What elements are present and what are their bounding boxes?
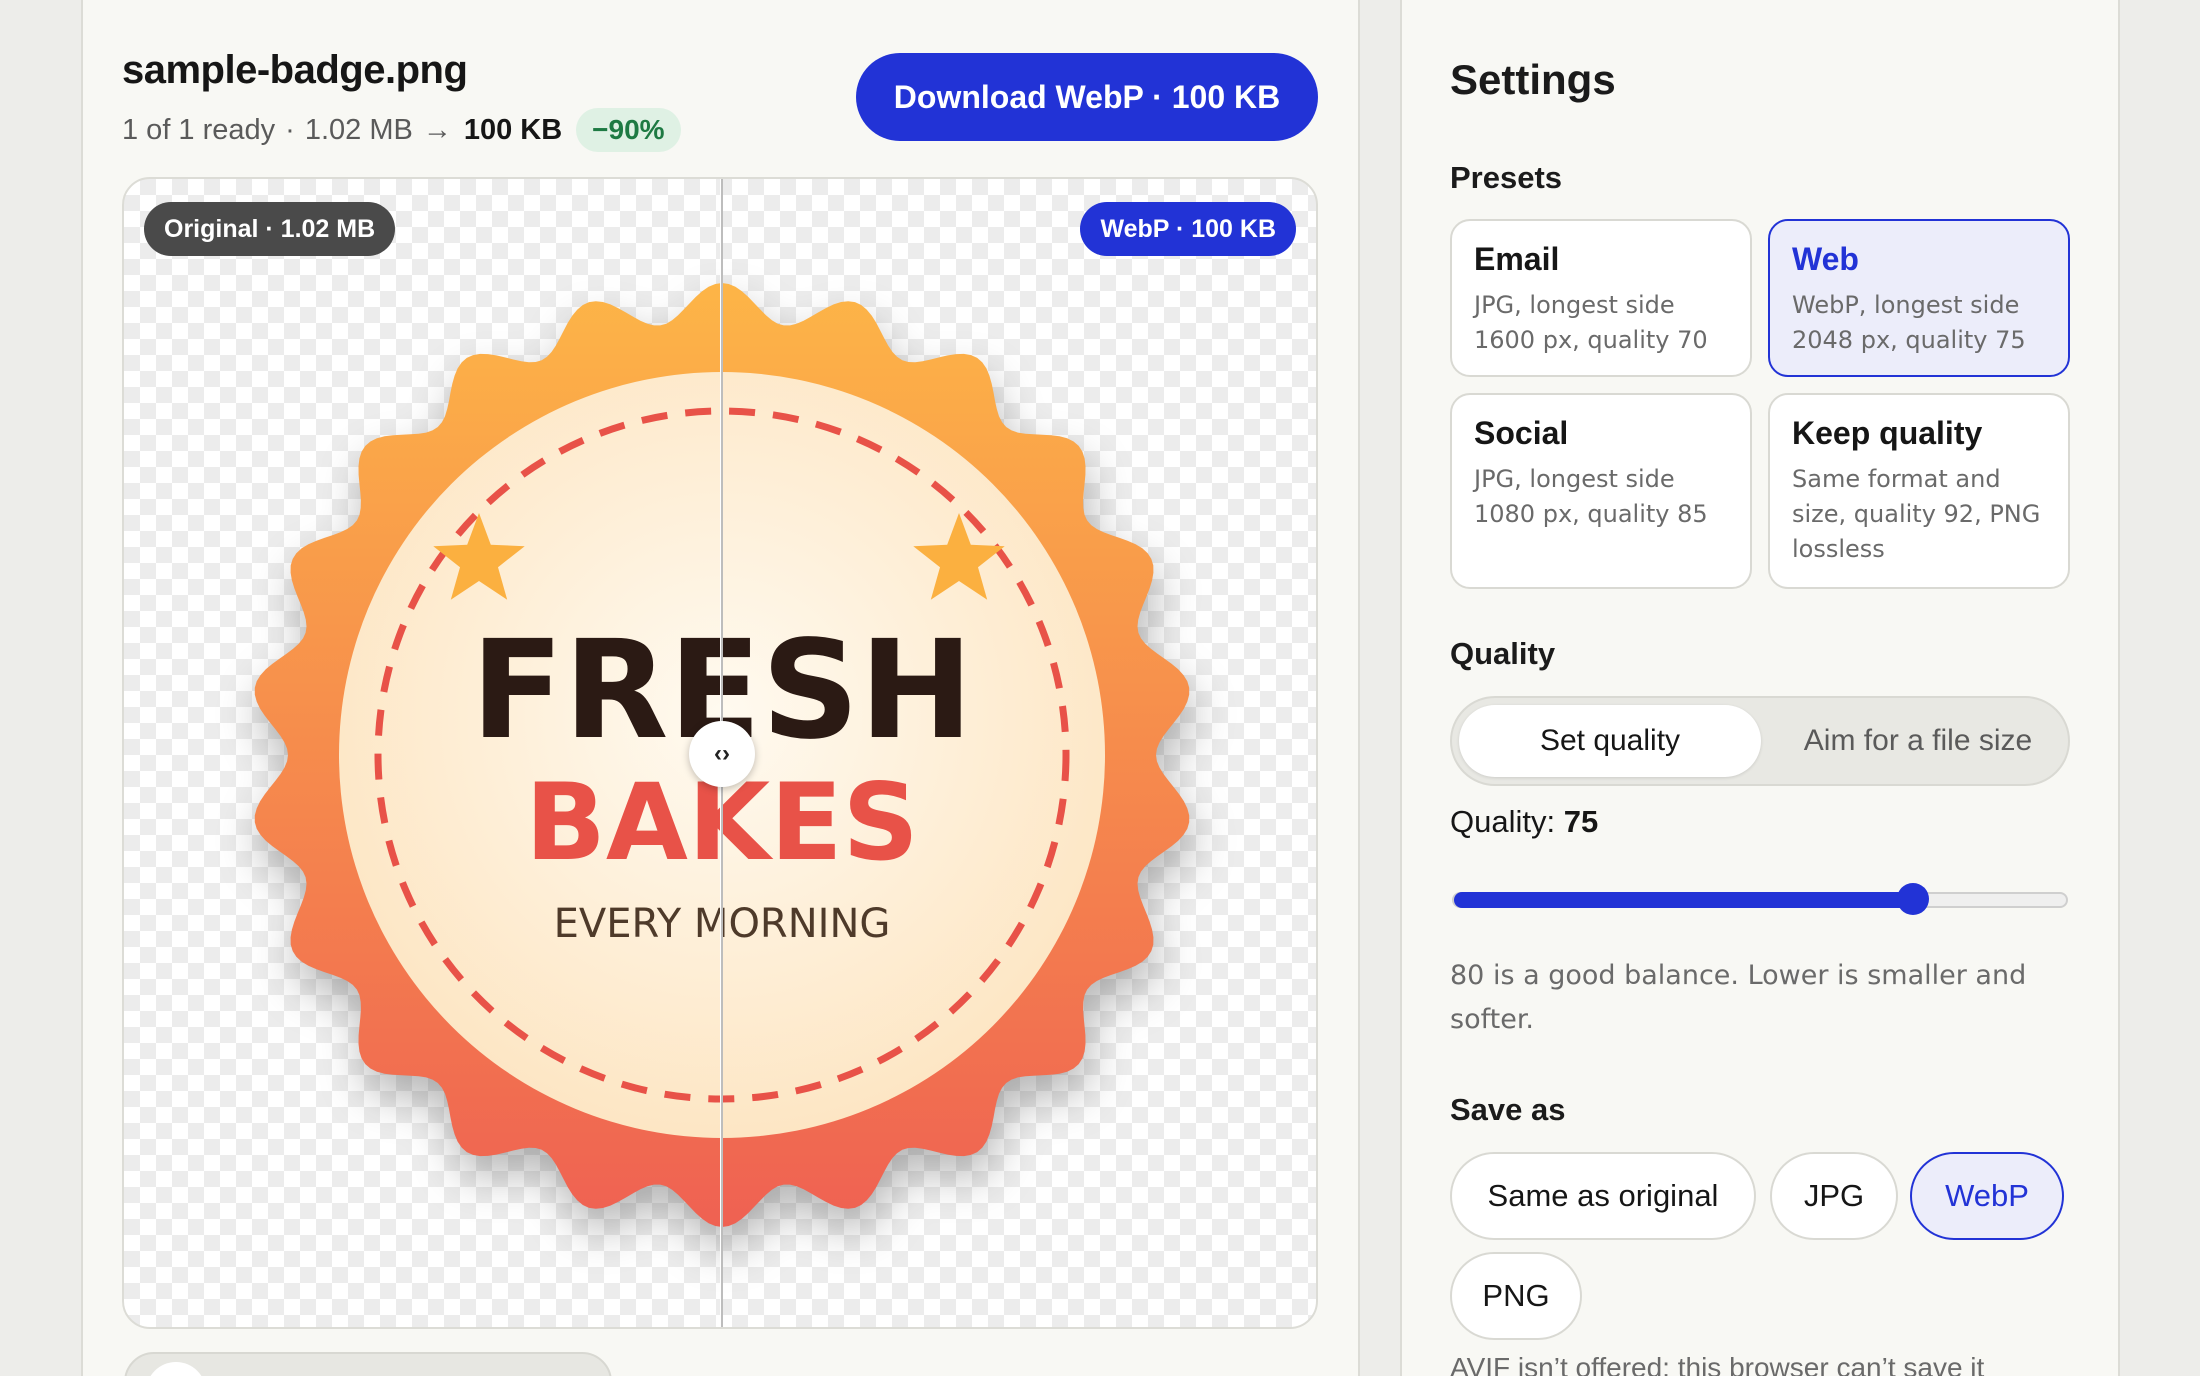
- preset-email[interactable]: Email JPG, longest side 1600 px, quality…: [1450, 219, 1752, 377]
- quality-slider-fill: [1454, 892, 1913, 908]
- preset-desc: JPG, longest side 1600 px, quality 70: [1474, 291, 1708, 354]
- preset-desc: JPG, longest side 1080 px, quality 85: [1474, 465, 1708, 528]
- quality-mode-toggle: Set quality Aim for a file size: [1450, 696, 2070, 786]
- quality-slider[interactable]: [1452, 883, 2068, 915]
- settings-title: Settings: [1450, 56, 1616, 103]
- quality-value: 75: [1563, 804, 1599, 839]
- save-as-label: Save as: [1450, 1092, 1566, 1127]
- view-toggle-knob[interactable]: [146, 1362, 206, 1376]
- avif-note: AVIF isn’t offered; this browser can’t s…: [1450, 1352, 1985, 1376]
- ready-count: 1 of 1 ready: [122, 113, 276, 146]
- quality-hint: 80 is a good balance. Lower is smaller a…: [1450, 960, 2027, 1035]
- presets-label: Presets: [1450, 160, 1563, 195]
- view-toggle[interactable]: [124, 1352, 612, 1376]
- compare-viewer[interactable]: FRESH BAKES EVERY MORNING ‹› Original · …: [122, 177, 1318, 1329]
- quality-slider-thumb[interactable]: [1897, 883, 1929, 915]
- preset-desc: Same format and size, quality 92, PNG lo…: [1792, 465, 2041, 563]
- new-size: 100 KB: [463, 113, 563, 146]
- original-size: 1.02 MB: [304, 113, 413, 146]
- quality-section-label: Quality: [1450, 636, 1556, 671]
- preset-title: Web: [1792, 241, 1859, 277]
- quality-prefix: Quality:: [1450, 804, 1556, 839]
- preset-keep-quality[interactable]: Keep quality Same format and size, quali…: [1768, 393, 2070, 589]
- arrow-icon: →: [422, 113, 452, 146]
- format-webp[interactable]: WebP: [1910, 1152, 2064, 1240]
- file-name: sample-badge.png: [122, 48, 468, 92]
- format-png[interactable]: PNG: [1450, 1252, 1582, 1340]
- compare-handle-icon[interactable]: ‹›: [689, 721, 755, 787]
- meta-separator: ·: [285, 113, 295, 146]
- preset-desc: WebP, longest side 2048 px, quality 75: [1792, 291, 2026, 354]
- preset-title: Keep quality: [1792, 415, 1983, 451]
- preset-web[interactable]: Web WebP, longest side 2048 px, quality …: [1768, 219, 2070, 377]
- preset-title: Social: [1474, 415, 1569, 451]
- aim-file-size-tab[interactable]: Aim for a file size: [1772, 705, 2064, 777]
- format-same-as-original[interactable]: Same as original: [1450, 1152, 1756, 1240]
- preset-title: Email: [1474, 241, 1560, 277]
- original-tag: Original · 1.02 MB: [144, 202, 396, 256]
- preset-social[interactable]: Social JPG, longest side 1080 px, qualit…: [1450, 393, 1752, 589]
- quality-readout: Quality: 75: [1450, 804, 1598, 840]
- webp-tag: WebP · 100 KB: [1080, 202, 1296, 256]
- download-button[interactable]: Download WebP · 100 KB: [856, 53, 1318, 141]
- file-meta: 1 of 1 ready · 1.02 MB → 100 KB −90%: [122, 108, 681, 152]
- set-quality-tab[interactable]: Set quality: [1459, 705, 1761, 777]
- saving-badge: −90%: [576, 108, 681, 152]
- format-jpg[interactable]: JPG: [1770, 1152, 1898, 1240]
